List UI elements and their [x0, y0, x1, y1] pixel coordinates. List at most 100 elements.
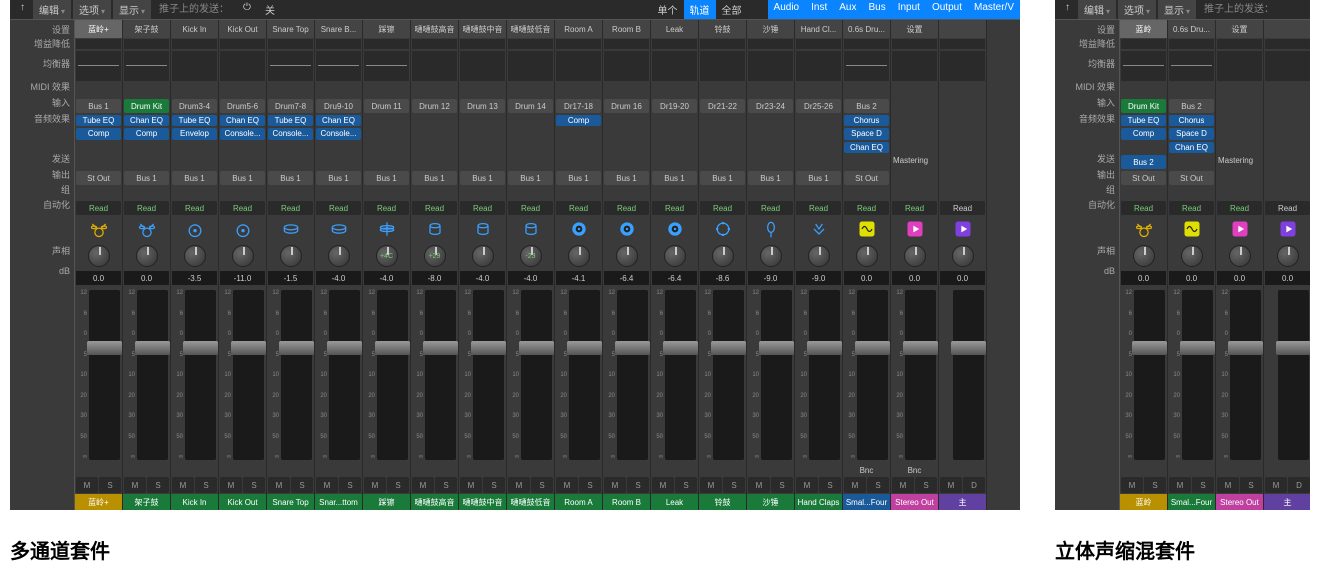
output-slot[interactable]: St Out — [843, 170, 890, 186]
pan-knob[interactable] — [747, 242, 794, 270]
group-slot[interactable] — [219, 186, 266, 200]
group-slot[interactable] — [651, 186, 698, 200]
audiofx-slot-empty[interactable] — [796, 128, 841, 139]
input-slot[interactable]: Drum3-4 — [172, 99, 217, 113]
audiofx-slot-empty[interactable] — [1217, 128, 1262, 139]
channel-icon[interactable] — [220, 217, 265, 241]
channel-footer-name[interactable]: Room A — [555, 494, 602, 510]
pan-knob[interactable] — [699, 242, 746, 270]
fader[interactable] — [905, 290, 936, 460]
audiofx-slot-empty[interactable] — [460, 115, 505, 126]
automation-mode[interactable]: Read — [172, 201, 217, 215]
channel-icon[interactable] — [1217, 217, 1262, 241]
group-slot[interactable] — [411, 186, 458, 200]
mute-button[interactable]: M — [220, 477, 242, 493]
options-menu[interactable]: 选项▾ — [73, 0, 111, 19]
channel-name[interactable]: Leak — [651, 20, 698, 38]
channel-icon[interactable] — [124, 217, 169, 241]
fader[interactable] — [569, 290, 600, 460]
output-slot[interactable]: Bus 1 — [795, 170, 842, 186]
send-slot[interactable] — [699, 154, 746, 170]
input-slot[interactable]: Dru9-10 — [316, 99, 361, 113]
send-slot[interactable] — [411, 154, 458, 170]
channel-footer-name[interactable]: Kick Out — [219, 494, 266, 510]
group-slot[interactable] — [747, 186, 794, 200]
pan-knob[interactable] — [555, 242, 602, 270]
output-slot[interactable]: St Out — [1120, 170, 1167, 186]
audiofx-slot[interactable]: Console... — [220, 128, 265, 139]
group-slot[interactable] — [267, 186, 314, 200]
channel-footer-name[interactable]: Snare Top — [267, 494, 314, 510]
audiofx-slot-empty[interactable] — [700, 142, 745, 153]
audiofx-slot[interactable]: Chan EQ — [220, 115, 265, 126]
db-value[interactable]: -4.0 — [364, 271, 409, 285]
solo-button[interactable]: S — [771, 477, 793, 493]
pan-knob[interactable] — [75, 242, 122, 270]
channel-footer-name[interactable]: 蓝岭+ — [75, 494, 122, 510]
output-slot[interactable]: Bus 1 — [555, 170, 602, 186]
eq-thumbnail[interactable] — [796, 51, 841, 81]
midifx-slot[interactable] — [1120, 82, 1167, 98]
send-slot[interactable] — [603, 154, 650, 170]
mute-button[interactable]: M — [460, 477, 482, 493]
solo-button[interactable]: S — [195, 477, 217, 493]
db-value[interactable]: -1.5 — [268, 271, 313, 285]
audiofx-slot-empty[interactable] — [700, 115, 745, 126]
audiofx-slot-empty[interactable] — [892, 142, 937, 153]
midifx-slot[interactable] — [363, 82, 410, 98]
audiofx-slot[interactable]: Chan EQ — [316, 115, 361, 126]
group-slot[interactable] — [507, 186, 554, 200]
channel-icon[interactable] — [604, 217, 649, 241]
audiofx-slot[interactable]: Tube EQ — [172, 115, 217, 126]
audiofx-slot-empty[interactable] — [556, 142, 601, 153]
pan-knob[interactable] — [939, 242, 986, 270]
filter-output[interactable]: Output — [926, 0, 968, 19]
automation-mode[interactable]: Read — [652, 201, 697, 215]
audiofx-slot-empty[interactable] — [460, 142, 505, 153]
fader[interactable] — [857, 290, 888, 460]
audiofx-slot-empty[interactable] — [172, 142, 217, 153]
send-off-select[interactable]: 关 — [259, 0, 319, 19]
channel-icon[interactable] — [940, 217, 985, 241]
eq-thumbnail[interactable] — [748, 51, 793, 81]
input-slot[interactable]: Dr23-24 — [748, 99, 793, 113]
solo-button[interactable]: S — [483, 477, 505, 493]
input-slot[interactable]: Dr25-26 — [796, 99, 841, 113]
automation-mode[interactable]: Read — [1265, 201, 1310, 215]
solo-button[interactable]: S — [627, 477, 649, 493]
channel-name[interactable]: 铃鼓 — [699, 20, 746, 38]
solo-button[interactable]: S — [147, 477, 169, 493]
audiofx-slot-empty[interactable] — [124, 142, 169, 153]
solo-button[interactable]: S — [819, 477, 841, 493]
channel-name[interactable]: Room A — [555, 20, 602, 38]
eq-thumbnail[interactable] — [1121, 51, 1166, 81]
audiofx-slot-empty[interactable] — [796, 142, 841, 153]
mute-button[interactable]: M — [364, 477, 386, 493]
group-slot[interactable] — [795, 186, 842, 200]
solo-button[interactable]: S — [579, 477, 601, 493]
solo-button[interactable]: S — [1240, 477, 1262, 493]
channel-name[interactable]: Kick In — [171, 20, 218, 38]
display-menu[interactable]: 显示▾ — [113, 0, 151, 19]
mute-button[interactable]: M — [796, 477, 818, 493]
automation-mode[interactable]: Read — [364, 201, 409, 215]
send-slot[interactable] — [795, 154, 842, 170]
channel-name[interactable]: 嗵嗵鼓高音 — [411, 20, 458, 38]
channel-name[interactable]: Room B — [603, 20, 650, 38]
group-slot[interactable] — [699, 186, 746, 200]
audiofx-slot[interactable]: Comp — [556, 115, 601, 126]
automation-mode[interactable]: Read — [316, 201, 361, 215]
send-slot[interactable] — [507, 154, 554, 170]
mute-button[interactable]: M — [892, 477, 914, 493]
pan-knob[interactable] — [843, 242, 890, 270]
audiofx-slot-empty[interactable] — [412, 115, 457, 126]
db-value[interactable]: -6.4 — [652, 271, 697, 285]
channel-footer-name[interactable]: 嗵嗵鼓中音 — [459, 494, 506, 510]
fader[interactable] — [281, 290, 312, 460]
channel-footer-name[interactable]: Hand Claps — [795, 494, 842, 510]
channel-icon[interactable] — [1121, 217, 1166, 241]
mute-button[interactable]: M — [604, 477, 626, 493]
group-slot[interactable] — [1216, 186, 1263, 200]
input-slot[interactable]: Bus 2 — [1169, 99, 1214, 113]
automation-mode[interactable]: Read — [124, 201, 169, 215]
